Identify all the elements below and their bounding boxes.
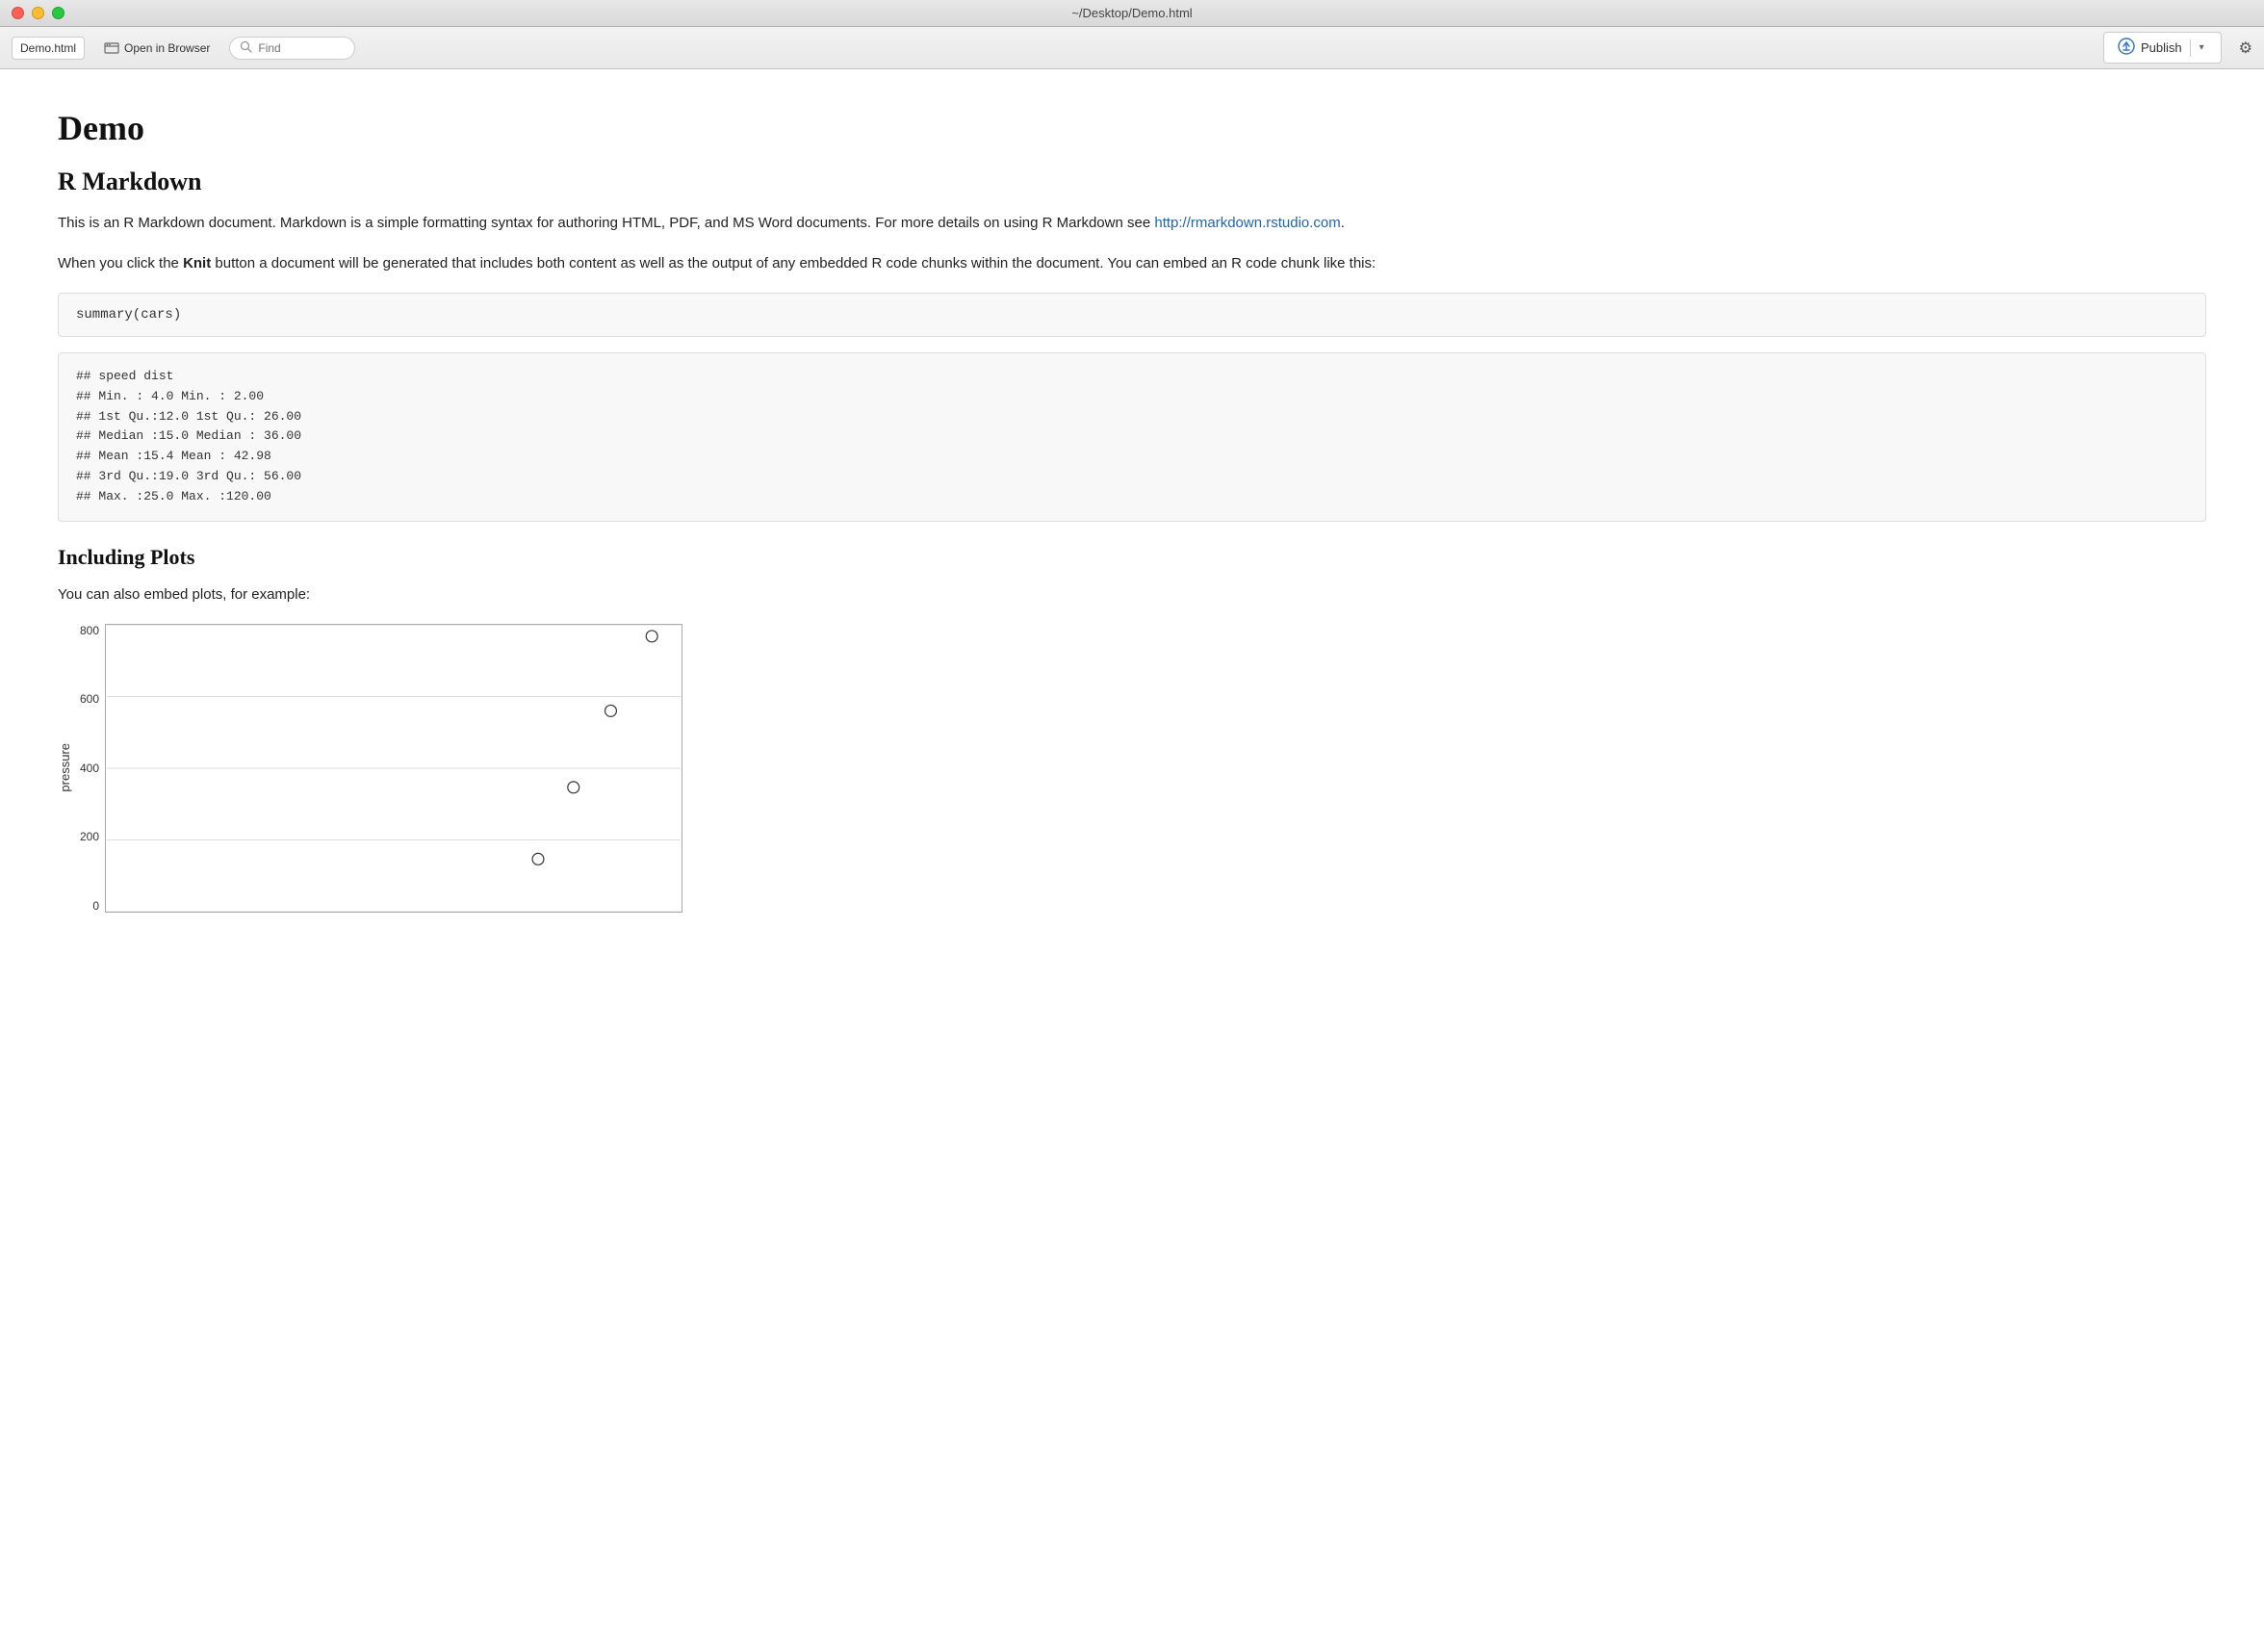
code-text: summary(cars) bbox=[76, 307, 181, 323]
search-box[interactable] bbox=[229, 37, 355, 60]
output-line-6: ## 3rd Qu.:19.0 3rd Qu.: 56.00 bbox=[76, 467, 2188, 487]
plot-point-400 bbox=[568, 781, 579, 792]
plot-point-200 bbox=[532, 853, 544, 865]
section-heading-plots: Including Plots bbox=[58, 545, 2206, 570]
publish-button[interactable]: Publish ▾ bbox=[2103, 32, 2222, 64]
y-tick-200: 200 bbox=[80, 830, 99, 843]
y-tick-800: 800 bbox=[80, 624, 99, 637]
document-title: Demo bbox=[58, 108, 2206, 148]
knit-text-before: When you click the bbox=[58, 255, 183, 271]
publish-icon bbox=[2118, 38, 2135, 58]
content-area: Demo R Markdown This is an R Markdown do… bbox=[0, 69, 2264, 1652]
settings-icon[interactable]: ⚙ bbox=[2239, 39, 2252, 58]
plot-area: pressure 800 600 400 200 0 bbox=[58, 624, 2206, 913]
open-in-browser-label: Open in Browser bbox=[124, 41, 210, 55]
output-line-1: ## speed dist bbox=[76, 367, 2188, 387]
y-axis-label: pressure bbox=[58, 743, 72, 792]
window-title: ~/Desktop/Demo.html bbox=[1071, 6, 1192, 20]
intro-text-before-link: This is an R Markdown document. Markdown… bbox=[58, 215, 1154, 231]
output-line-4: ## Median :15.0 Median : 36.00 bbox=[76, 426, 2188, 447]
knit-bold: Knit bbox=[183, 255, 211, 271]
y-tick-0: 0 bbox=[92, 899, 99, 913]
file-tab[interactable]: Demo.html bbox=[12, 37, 85, 60]
intro-text-after-link: . bbox=[1341, 215, 1345, 231]
open-in-browser-button[interactable]: Open in Browser bbox=[96, 37, 218, 60]
titlebar: ~/Desktop/Demo.html bbox=[0, 0, 2264, 27]
output-line-7: ## Max. :25.0 Max. :120.00 bbox=[76, 487, 2188, 507]
publish-dropdown-arrow[interactable]: ▾ bbox=[2190, 39, 2207, 57]
y-axis-ticks: 800 600 400 200 0 bbox=[80, 624, 105, 913]
browser-icon bbox=[104, 40, 119, 56]
output-line-2: ## Min. : 4.0 Min. : 2.00 bbox=[76, 387, 2188, 407]
maximize-button[interactable] bbox=[52, 7, 64, 19]
rmarkdown-link[interactable]: http://rmarkdown.rstudio.com bbox=[1154, 215, 1340, 231]
toolbar: Demo.html Open in Browser bbox=[0, 27, 2264, 69]
plot-point-600 bbox=[605, 705, 617, 716]
output-line-5: ## Mean :15.4 Mean : 42.98 bbox=[76, 447, 2188, 467]
search-input[interactable] bbox=[258, 41, 345, 55]
plots-intro-text: You can also embed plots, for example: bbox=[58, 586, 310, 603]
search-icon bbox=[240, 40, 252, 56]
knit-text-after: button a document will be generated that… bbox=[211, 255, 1376, 271]
y-tick-600: 600 bbox=[80, 692, 99, 706]
y-tick-400: 400 bbox=[80, 761, 99, 775]
plot-container: pressure 800 600 400 200 0 bbox=[58, 624, 2206, 913]
traffic-lights bbox=[12, 7, 64, 19]
publish-label: Publish bbox=[2141, 40, 2182, 55]
section-heading-rmarkdown: R Markdown bbox=[58, 168, 2206, 196]
knit-paragraph: When you click the Knit button a documen… bbox=[58, 252, 2206, 275]
scatter-plot-svg bbox=[105, 624, 682, 913]
intro-paragraph: This is an R Markdown document. Markdown… bbox=[58, 212, 2206, 235]
plots-intro-paragraph: You can also embed plots, for example: bbox=[58, 583, 2206, 607]
code-block-summary: summary(cars) bbox=[58, 293, 2206, 337]
minimize-button[interactable] bbox=[32, 7, 44, 19]
output-line-3: ## 1st Qu.:12.0 1st Qu.: 26.00 bbox=[76, 407, 2188, 427]
plot-point-800 bbox=[646, 631, 657, 642]
close-button[interactable] bbox=[12, 7, 24, 19]
output-block-summary: ## speed dist ## Min. : 4.0 Min. : 2.00 … bbox=[58, 352, 2206, 522]
